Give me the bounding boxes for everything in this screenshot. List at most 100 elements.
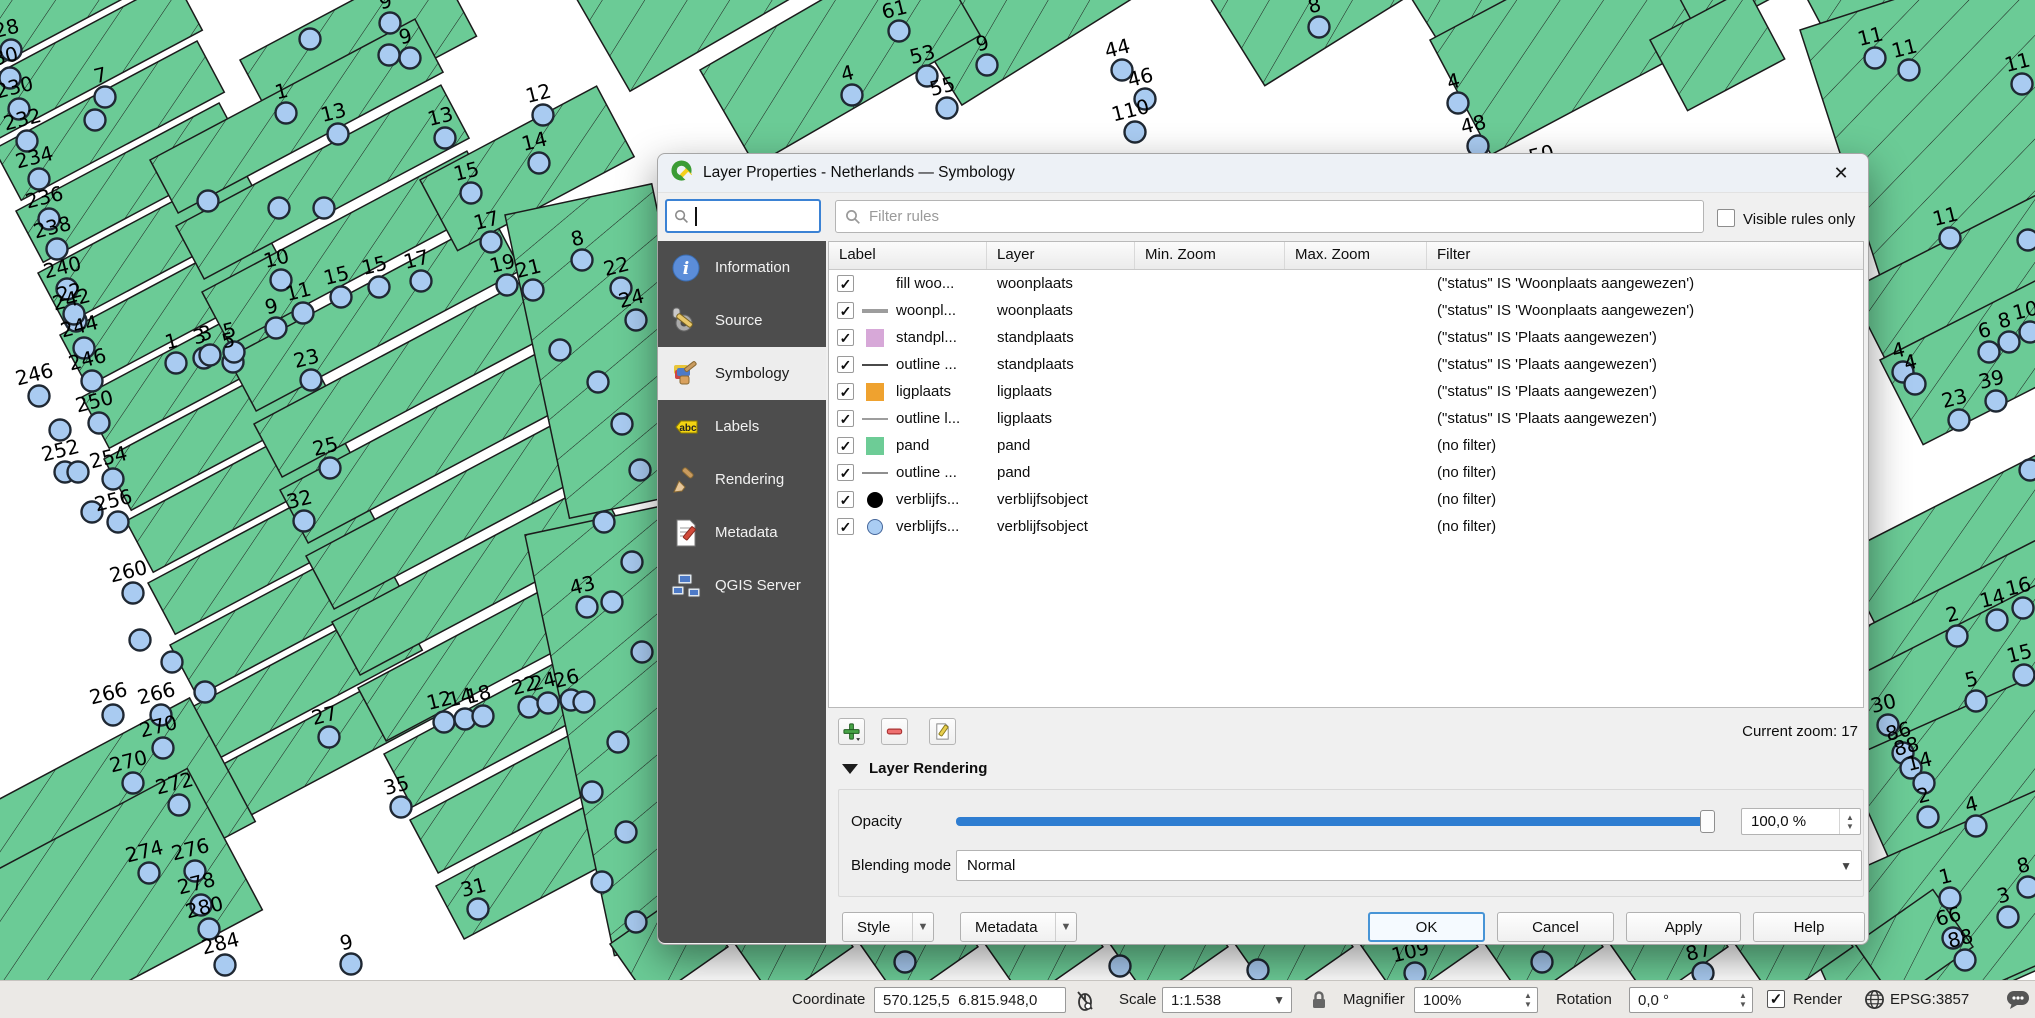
apply-button[interactable]: Apply bbox=[1626, 912, 1741, 942]
map-point-marker bbox=[461, 183, 482, 204]
layer-rendering-title: Layer Rendering bbox=[869, 760, 987, 777]
map-point-marker bbox=[602, 592, 623, 613]
rule-row[interactable]: ✓outline ...pand(no filter) bbox=[829, 459, 1863, 486]
rule-row[interactable]: ✓outline l...ligplaats("status" IS 'Plaa… bbox=[829, 405, 1863, 432]
sidebar-item-rendering[interactable]: Rendering bbox=[658, 453, 826, 506]
column-header-min-zoom[interactable]: Min. Zoom bbox=[1135, 242, 1285, 269]
rule-row[interactable]: ✓standpl...standplaats("status" IS 'Plaa… bbox=[829, 324, 1863, 351]
rule-checkbox[interactable]: ✓ bbox=[837, 518, 854, 535]
opacity-slider-handle[interactable] bbox=[1700, 810, 1715, 833]
spinner-arrows-icon[interactable]: ▲▼ bbox=[1519, 988, 1537, 1012]
rule-row[interactable]: ✓ligplaatsligplaats("status" IS 'Plaats … bbox=[829, 378, 1863, 405]
coordinate-input[interactable]: 570.125,5 6.815.948,0 bbox=[874, 987, 1066, 1013]
magnifier-spinbox[interactable]: 100% ▲▼ bbox=[1414, 987, 1538, 1013]
remove-rule-button[interactable] bbox=[881, 718, 908, 745]
map-point-marker bbox=[574, 692, 595, 713]
spinner-arrows-icon[interactable]: ▲▼ bbox=[1839, 809, 1860, 834]
sidebar-item-qgis-server[interactable]: QGIS Server bbox=[658, 559, 826, 612]
lock-icon[interactable] bbox=[1310, 990, 1328, 1015]
map-point-marker bbox=[550, 340, 571, 361]
ok-button[interactable]: OK bbox=[1368, 912, 1485, 942]
map-point-marker bbox=[1448, 93, 1469, 114]
chevron-down-icon[interactable]: ▼ bbox=[1055, 913, 1076, 941]
map-point-marker bbox=[1532, 952, 1553, 973]
filter-rules-input[interactable]: Filter rules bbox=[835, 200, 1704, 233]
cancel-button[interactable]: Cancel bbox=[1497, 912, 1614, 942]
rule-checkbox[interactable]: ✓ bbox=[837, 437, 854, 454]
map-point-marker bbox=[2020, 322, 2035, 343]
rule-row[interactable]: ✓outline ...standplaats("status" IS 'Pla… bbox=[829, 351, 1863, 378]
sidebar-item-information[interactable]: iInformation bbox=[658, 241, 826, 294]
rule-checkbox[interactable]: ✓ bbox=[837, 329, 854, 346]
map-point-marker bbox=[1899, 60, 1920, 81]
rule-filter: (no filter) bbox=[1427, 491, 1863, 508]
map-point-marker bbox=[162, 652, 183, 673]
map-point-marker bbox=[977, 55, 998, 76]
column-header-label[interactable]: Label bbox=[829, 242, 987, 269]
render-label: Render bbox=[1793, 991, 1842, 1008]
edit-rule-button[interactable] bbox=[929, 718, 956, 745]
render-checkbox[interactable]: ✓ bbox=[1767, 990, 1785, 1008]
rule-symbol-square-icon bbox=[861, 383, 889, 401]
rule-checkbox[interactable]: ✓ bbox=[837, 491, 854, 508]
crs-label[interactable]: EPSG:3857 bbox=[1890, 991, 1969, 1008]
rule-checkbox[interactable]: ✓ bbox=[837, 302, 854, 319]
messages-bubble-icon[interactable] bbox=[2006, 989, 2030, 1016]
sidebar-item-source[interactable]: Source bbox=[658, 294, 826, 347]
rotation-value: 0,0 ° bbox=[1638, 992, 1669, 1009]
style-button[interactable]: Style ▼ bbox=[842, 912, 934, 942]
column-header-layer[interactable]: Layer bbox=[987, 242, 1135, 269]
column-header-filter[interactable]: Filter bbox=[1427, 242, 1863, 269]
options-search-input[interactable] bbox=[665, 199, 821, 233]
sidebar-item-metadata[interactable]: Metadata bbox=[658, 506, 826, 559]
rule-row[interactable]: ✓woonpl...woonplaats("status" IS 'Woonpl… bbox=[829, 297, 1863, 324]
blending-mode-select[interactable]: Normal ▼ bbox=[956, 850, 1862, 881]
spinner-arrows-icon[interactable]: ▲▼ bbox=[1734, 988, 1752, 1012]
layer-rendering-collapse[interactable]: Layer Rendering bbox=[842, 760, 987, 777]
rule-row[interactable]: ✓verblijfs...verblijfsobject(no filter) bbox=[829, 513, 1863, 540]
map-point-marker bbox=[276, 103, 297, 124]
map-point-marker bbox=[1949, 410, 1970, 431]
rule-checkbox[interactable]: ✓ bbox=[837, 464, 854, 481]
sidebar-item-labels[interactable]: abcLabels bbox=[658, 400, 826, 453]
rule-symbol-line-icon bbox=[861, 364, 889, 366]
labels-icon: abc bbox=[670, 411, 702, 443]
rule-filter: ("status" IS 'Plaats aangewezen') bbox=[1427, 329, 1863, 346]
dialog-titlebar[interactable]: Layer Properties - Netherlands — Symbolo… bbox=[658, 154, 1868, 193]
globe-icon[interactable] bbox=[1864, 989, 1885, 1015]
metadata-button[interactable]: Metadata ▼ bbox=[960, 912, 1077, 942]
scale-combobox[interactable]: 1:1.538 ▼ bbox=[1162, 987, 1292, 1013]
rule-checkbox[interactable]: ✓ bbox=[837, 356, 854, 373]
map-point-marker bbox=[435, 128, 456, 149]
rules-table[interactable]: LabelLayerMin. ZoomMax. ZoomFilter ✓fill… bbox=[828, 241, 1864, 708]
map-point-marker bbox=[169, 795, 190, 816]
rule-row[interactable]: ✓fill woo...woonplaats("status" IS 'Woon… bbox=[829, 270, 1863, 297]
map-point-marker bbox=[519, 697, 540, 718]
add-rule-icon bbox=[842, 722, 861, 741]
chevron-down-icon[interactable]: ▼ bbox=[912, 913, 933, 941]
opacity-spinbox[interactable]: 100,0 % ▲▼ bbox=[1741, 808, 1861, 835]
help-button[interactable]: Help bbox=[1753, 912, 1865, 942]
rule-checkbox[interactable]: ✓ bbox=[837, 410, 854, 427]
map-point-marker bbox=[89, 413, 110, 434]
close-icon[interactable]: ✕ bbox=[1826, 163, 1856, 184]
map-point-marker bbox=[215, 955, 236, 976]
map-point-marker bbox=[198, 191, 219, 212]
column-header-max-zoom[interactable]: Max. Zoom bbox=[1285, 242, 1427, 269]
rule-checkbox[interactable]: ✓ bbox=[837, 383, 854, 400]
rules-table-header[interactable]: LabelLayerMin. ZoomMax. ZoomFilter bbox=[829, 242, 1863, 270]
mouse-position-icon[interactable] bbox=[1074, 989, 1096, 1016]
opacity-slider[interactable] bbox=[956, 817, 1712, 826]
map-point-marker bbox=[2018, 877, 2035, 898]
map-house-number-label: 10 bbox=[2010, 295, 2035, 324]
rotation-spinbox[interactable]: 0,0 ° ▲▼ bbox=[1629, 987, 1753, 1013]
add-rule-button[interactable] bbox=[838, 718, 865, 745]
rule-checkbox[interactable]: ✓ bbox=[837, 275, 854, 292]
rule-row[interactable]: ✓verblijfs...verblijfsobject(no filter) bbox=[829, 486, 1863, 513]
rule-row[interactable]: ✓pandpand(no filter) bbox=[829, 432, 1863, 459]
rule-layer: pand bbox=[987, 464, 1135, 481]
visible-rules-only-checkbox[interactable] bbox=[1717, 209, 1735, 227]
map-point-marker bbox=[937, 98, 958, 119]
sidebar-item-symbology[interactable]: Symbology bbox=[658, 347, 826, 400]
rule-symbol-line-icon bbox=[861, 309, 889, 313]
